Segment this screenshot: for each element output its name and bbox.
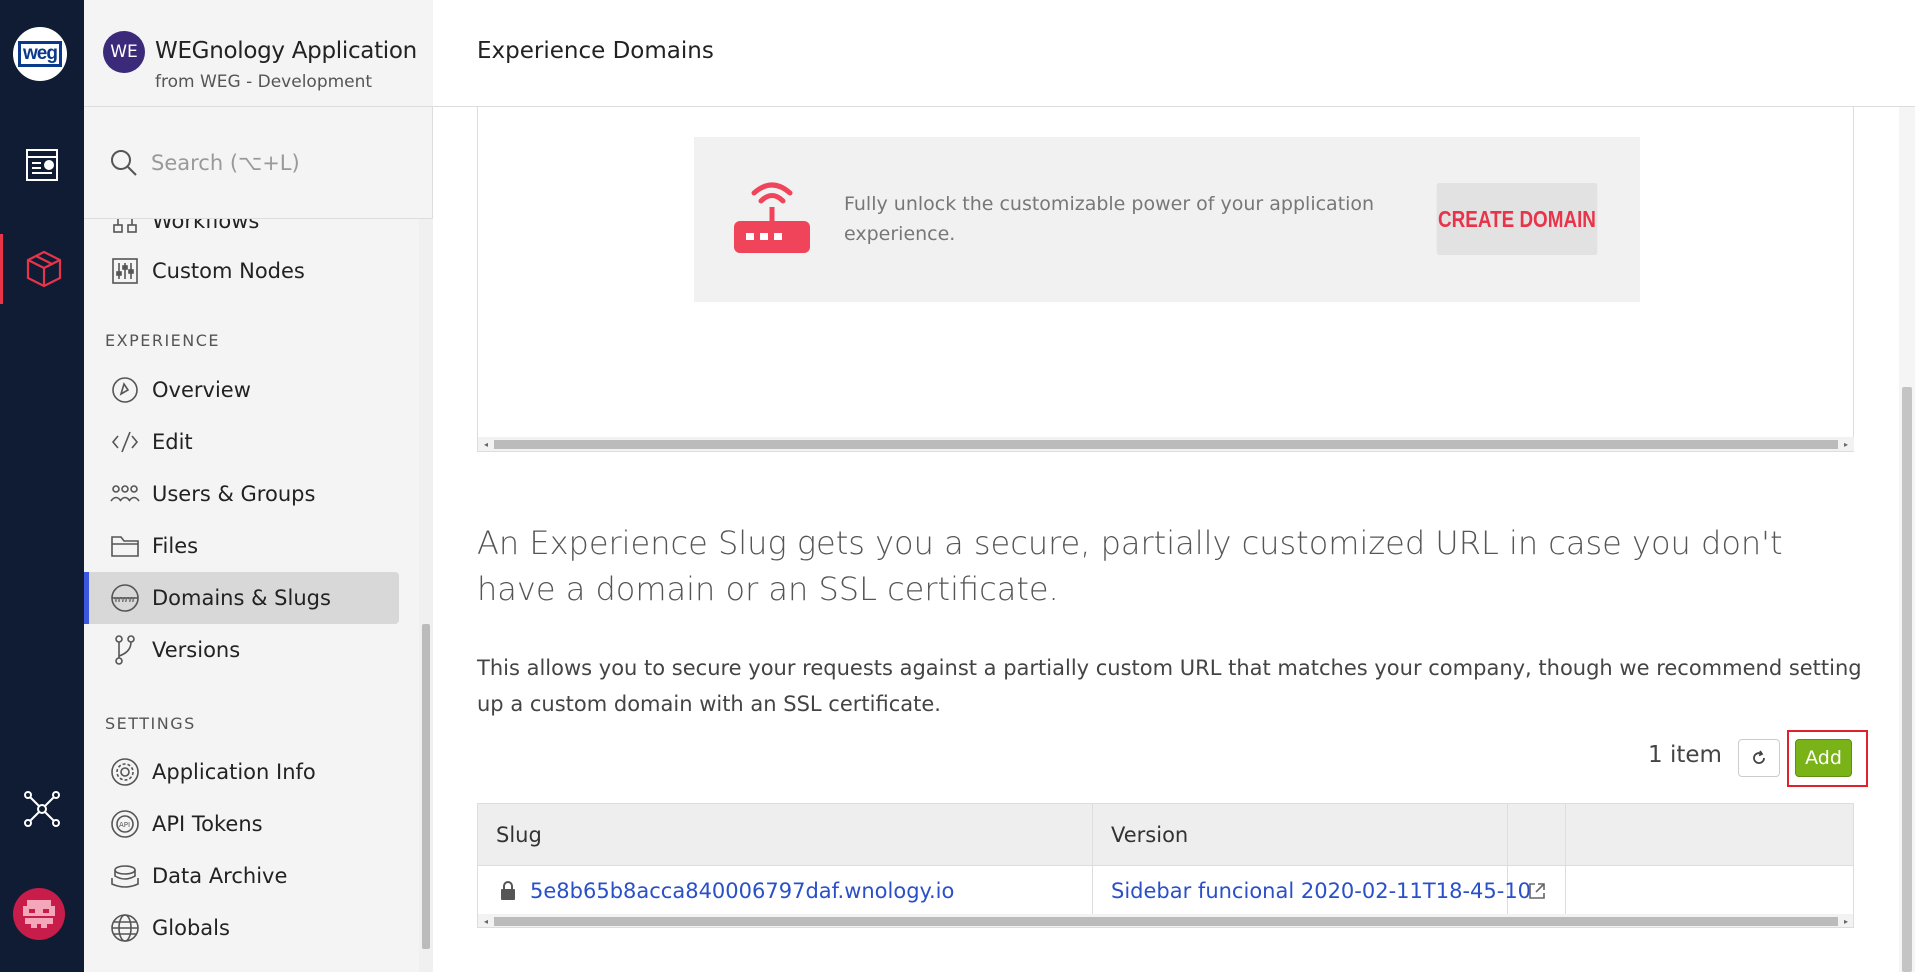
external-link-icon[interactable] <box>1527 881 1547 901</box>
column-open <box>1508 804 1566 866</box>
app-avatar: WE <box>103 31 145 73</box>
sidebar-item-edit[interactable]: Edit <box>84 416 399 468</box>
slug-cell: 5e8b65b8acca840006797daf.wnology.io <box>478 866 1093 916</box>
refresh-button[interactable] <box>1738 739 1780 777</box>
table-scroll-left-icon[interactable]: ◂ <box>480 914 492 927</box>
add-highlight: Add <box>1787 730 1868 787</box>
domains-horizontal-scrollbar[interactable]: ◂ ▸ <box>478 437 1854 451</box>
column-actions <box>1566 804 1853 866</box>
sidebar-item-overview[interactable]: Overview <box>84 364 399 416</box>
archive-icon <box>110 861 140 891</box>
page-header: Experience Domains <box>433 0 1915 107</box>
table-row: 5e8b65b8acca840006797daf.wnology.io Side… <box>478 866 1853 916</box>
app-subtitle: from WEG - Development <box>155 72 373 92</box>
scroll-left-icon[interactable]: ◂ <box>480 437 492 451</box>
table-header: Slug Version <box>478 804 1853 866</box>
create-domain-button[interactable]: CREATE DOMAIN <box>1436 183 1598 255</box>
sidebar-item-domains-slugs[interactable]: WWW Domains & Slugs <box>84 572 399 624</box>
refresh-icon <box>1753 750 1765 764</box>
sidebar-item-users-groups[interactable]: Users & Groups <box>84 468 399 520</box>
sidebar-scrollbar[interactable] <box>419 219 433 972</box>
table-scroll-right-icon[interactable]: ▸ <box>1840 914 1852 927</box>
slug-link[interactable]: 5e8b65b8acca840006797daf.wnology.io <box>530 879 954 903</box>
app-header[interactable]: WE WEGnology Application from WEG - Deve… <box>84 0 433 107</box>
icon-rail: weg <box>0 0 84 972</box>
main-content: Experience Domains Fully unlock the cust… <box>433 0 1915 972</box>
promo-text: Fully unlock the customizable power of y… <box>844 193 1375 245</box>
users-groups-icon <box>110 479 140 509</box>
version-cell: Sidebar funcional 2020-02-11T18-45-10 <box>1093 866 1531 916</box>
workflows-icon <box>110 219 140 236</box>
section-experience: EXPERIENCE <box>105 331 221 350</box>
branch-icon <box>110 635 140 665</box>
column-version[interactable]: Version <box>1093 804 1508 866</box>
sidebar-item-globals[interactable]: Globals <box>84 902 399 954</box>
network-icon[interactable] <box>0 774 84 844</box>
slug-description: This allows you to secure your requests … <box>477 656 1862 716</box>
overview-icon <box>110 375 140 405</box>
user-avatar-icon[interactable] <box>13 888 65 940</box>
svg-text:WWW: WWW <box>114 596 135 604</box>
sidebar-item-workflows[interactable]: Workflows <box>84 219 399 247</box>
scroll-right-icon[interactable]: ▸ <box>1840 437 1852 451</box>
slugs-table: Slug Version 5e8b65b8acca840006797daf.wn… <box>477 803 1854 928</box>
svg-text:API: API <box>119 821 130 829</box>
sidebar-item-application-info[interactable]: Application Info <box>84 746 399 798</box>
page-title: Experience Domains <box>477 38 714 64</box>
lock-icon <box>501 881 515 900</box>
column-slug[interactable]: Slug <box>478 804 1093 866</box>
edit-icon <box>110 427 140 457</box>
open-cell <box>1508 866 1566 916</box>
custom-nodes-icon <box>110 256 140 286</box>
table-horizontal-scrollbar[interactable]: ◂ ▸ <box>478 914 1853 927</box>
sidebar-item-versions[interactable]: Versions <box>84 624 399 676</box>
gear-icon <box>110 757 140 787</box>
search-icon <box>111 150 137 176</box>
folder-icon <box>110 531 140 561</box>
app-sidebar: WE WEGnology Application from WEG - Deve… <box>84 0 433 972</box>
search-input[interactable] <box>151 143 411 183</box>
dashboard-icon[interactable] <box>0 130 84 200</box>
app-name: WEGnology Application <box>155 38 417 64</box>
search-box <box>84 107 433 219</box>
sidebar-item-data-archive[interactable]: Data Archive <box>84 850 399 902</box>
create-domain-promo: Fully unlock the customizable power of y… <box>694 137 1640 302</box>
sidebar-item-custom-nodes[interactable]: Custom Nodes <box>84 245 399 297</box>
version-link[interactable]: Sidebar funcional 2020-02-11T18-45-10 <box>1111 879 1531 903</box>
globe-icon <box>110 913 140 943</box>
main-scrollbar[interactable] <box>1899 107 1915 972</box>
add-slug-button[interactable]: Add <box>1795 739 1852 777</box>
router-icon <box>734 182 810 253</box>
api-icon: API <box>110 809 140 839</box>
sidebar-item-files[interactable]: Files <box>84 520 399 572</box>
item-count: 1 item <box>1648 742 1722 768</box>
weg-logo[interactable]: weg <box>13 27 67 81</box>
sidebar-item-api-tokens[interactable]: API API Tokens <box>84 798 399 850</box>
applications-icon[interactable] <box>0 234 84 304</box>
globe-www-icon: WWW <box>110 583 140 613</box>
domains-panel: Fully unlock the customizable power of y… <box>477 107 1854 452</box>
slug-heading: An Experience Slug gets you a secure, pa… <box>477 524 1783 608</box>
sidebar-nav: Workflows Custom Nodes EXPERIENCE Overvi… <box>84 219 419 972</box>
section-settings: SETTINGS <box>105 714 196 733</box>
